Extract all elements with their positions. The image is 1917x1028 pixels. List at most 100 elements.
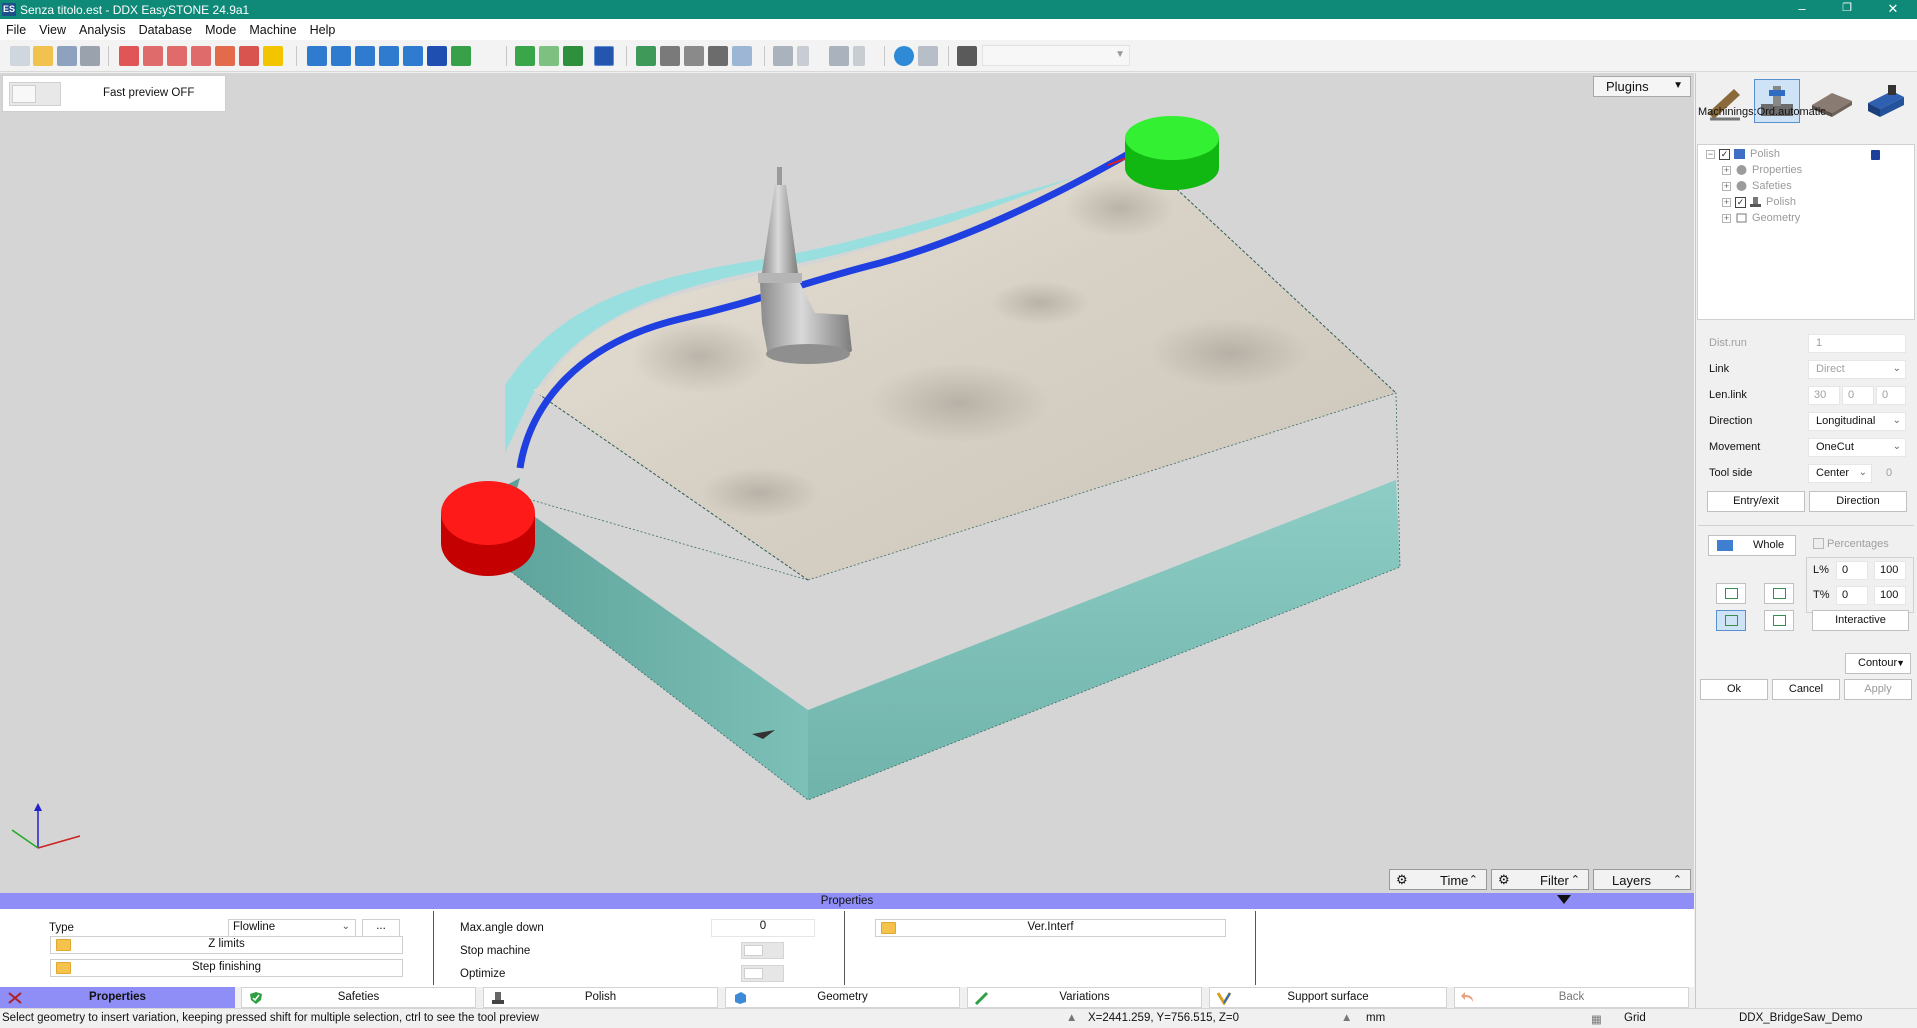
user-icon[interactable] [894, 46, 914, 66]
tab-properties[interactable]: Properties [0, 987, 235, 1008]
open-file-icon[interactable] [33, 46, 53, 66]
shield-check-icon[interactable] [515, 46, 535, 66]
zoom-in-icon[interactable] [143, 46, 163, 66]
view-axis-icon[interactable] [451, 46, 471, 66]
l-pct-to[interactable]: 100 [1874, 561, 1906, 580]
movement-select[interactable]: OneCut ⌄ [1808, 438, 1906, 457]
tool-path-icon[interactable] [684, 46, 704, 66]
tree-item-polish-sub[interactable]: + ✓ Polish [1722, 196, 1796, 208]
lock-icon[interactable] [1871, 150, 1880, 160]
view-front-icon[interactable] [307, 46, 327, 66]
percentages-checkbox[interactable] [1813, 538, 1824, 549]
stop-machine-toggle[interactable] [741, 942, 784, 959]
type-select[interactable]: Flowline ⌄ [228, 919, 356, 937]
mail-icon[interactable] [918, 46, 938, 66]
view-iso-icon[interactable] [427, 46, 447, 66]
dist-run-field[interactable]: 1 [1808, 334, 1906, 353]
status-units[interactable]: mm [1366, 1012, 1385, 1024]
z-limits-button[interactable]: Z limits [50, 936, 403, 954]
contour-dropdown[interactable]: Contour ▼ [1845, 653, 1911, 674]
max-angle-field[interactable]: 0 [711, 919, 815, 937]
view-right-icon[interactable] [379, 46, 399, 66]
tab-back[interactable]: Back [1454, 987, 1689, 1008]
menu-machine[interactable]: Machine [243, 23, 303, 37]
link-select[interactable]: Direct ⌄ [1808, 360, 1906, 379]
tab-safeties[interactable]: Safeties [241, 987, 476, 1008]
view-left-icon[interactable] [355, 46, 375, 66]
machine-icon[interactable] [660, 46, 680, 66]
maximize-button[interactable]: ❐ [1824, 0, 1870, 19]
light-bulb-icon[interactable] [263, 46, 283, 66]
undo-dropdown-icon[interactable] [797, 46, 809, 66]
close-button[interactable]: ✕ [1870, 0, 1916, 19]
t-pct-to[interactable]: 100 [1874, 586, 1906, 605]
pan-hand-icon[interactable] [215, 46, 235, 66]
undo-icon[interactable] [773, 46, 793, 66]
len-link-field-2[interactable]: 0 [1842, 386, 1874, 405]
interactive-button[interactable]: Interactive [1812, 610, 1909, 631]
menu-database[interactable]: Database [133, 23, 200, 37]
status-grid[interactable]: Grid [1624, 1012, 1646, 1024]
tab-geometry[interactable]: Geometry [725, 987, 960, 1008]
save-icon[interactable] [57, 46, 77, 66]
ok-button[interactable]: Ok [1700, 679, 1768, 700]
print-icon[interactable] [80, 46, 100, 66]
zoom-out-icon[interactable] [167, 46, 187, 66]
layers-button[interactable]: Layers ⌃ [1593, 869, 1691, 890]
scene-canvas[interactable] [0, 73, 1694, 893]
entry-exit-button[interactable]: Entry/exit [1707, 491, 1805, 512]
redo-icon[interactable] [829, 46, 849, 66]
whole-button[interactable]: Whole [1708, 535, 1796, 556]
truck-icon[interactable] [1862, 79, 1908, 123]
select-window-icon[interactable] [1764, 583, 1794, 604]
select-path-icon[interactable] [1716, 610, 1746, 631]
minimize-button[interactable]: – [1779, 0, 1825, 19]
collapse-arrow-icon[interactable] [1557, 895, 1571, 904]
ver-interf-button[interactable]: Ver.Interf [875, 919, 1226, 937]
direction-select[interactable]: Longitudinal ⌄ [1808, 412, 1906, 431]
toolbar-combo[interactable]: ▼ [982, 45, 1130, 66]
redo-dropdown-icon[interactable] [853, 46, 865, 66]
menu-mode[interactable]: Mode [199, 23, 243, 37]
zoom-window-icon[interactable] [119, 46, 139, 66]
view-back-icon[interactable] [331, 46, 351, 66]
select-all-icon[interactable] [1716, 583, 1746, 604]
view-top-icon[interactable] [403, 46, 423, 66]
new-file-icon[interactable] [10, 46, 30, 66]
time-button[interactable]: ⚙ Time ⌃ [1389, 869, 1487, 890]
select-area-icon[interactable] [1764, 610, 1794, 631]
fast-preview-toggle[interactable] [9, 82, 61, 106]
shield-green-icon[interactable] [563, 46, 583, 66]
license-icon[interactable] [957, 46, 977, 66]
tool-side-select[interactable]: Center ⌄ [1808, 464, 1872, 483]
type-more-button[interactable]: ... [362, 919, 400, 937]
len-link-field-1[interactable]: 30 [1808, 386, 1840, 405]
menu-file[interactable]: File [0, 23, 33, 37]
tree-item-geometry[interactable]: + Geometry [1722, 212, 1800, 224]
filter-button[interactable]: ⚙ Filter ⌃ [1491, 869, 1589, 890]
rotate-icon[interactable] [239, 46, 259, 66]
menu-help[interactable]: Help [304, 23, 343, 37]
optimize-toggle[interactable] [741, 965, 784, 982]
t-pct-from[interactable]: 0 [1836, 586, 1868, 605]
crossed-tools-icon[interactable] [708, 46, 728, 66]
l-pct-from[interactable]: 0 [1836, 561, 1868, 580]
len-link-field-3[interactable]: 0 [1876, 386, 1906, 405]
direction-button[interactable]: Direction [1809, 491, 1907, 512]
apply-button[interactable]: Apply [1844, 679, 1912, 700]
tab-polish[interactable]: Polish [483, 987, 718, 1008]
step-finishing-button[interactable]: Step finishing [50, 959, 403, 977]
tab-variations[interactable]: Variations [967, 987, 1202, 1008]
menu-view[interactable]: View [33, 23, 73, 37]
menu-analysis[interactable]: Analysis [73, 23, 133, 37]
tree-item-properties[interactable]: + Properties [1722, 164, 1802, 176]
shield-blue-icon[interactable] [594, 46, 614, 66]
cancel-button[interactable]: Cancel [1772, 679, 1840, 700]
zoom-all-icon[interactable] [191, 46, 211, 66]
document-icon[interactable] [732, 46, 752, 66]
monitor-icon[interactable] [636, 46, 656, 66]
tab-support-surface[interactable]: Support surface [1209, 987, 1447, 1008]
tree-item-polish[interactable]: − ✓ Polish [1706, 148, 1780, 160]
plugins-dropdown[interactable]: Plugins ▼ [1593, 76, 1691, 97]
tree-item-safeties[interactable]: + Safeties [1722, 180, 1792, 192]
